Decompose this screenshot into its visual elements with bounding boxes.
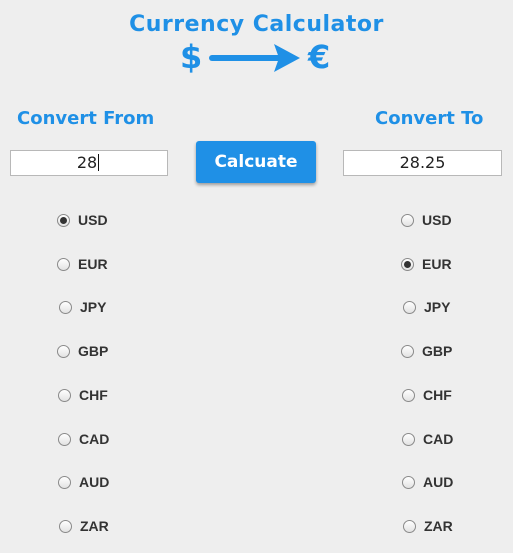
from-radio-zar[interactable]: ZAR [59,516,109,536]
right-arrow-icon [209,44,300,72]
to-radio-zar[interactable]: ZAR [403,516,453,536]
currency-label: AUD [79,474,110,490]
radio-button[interactable] [402,475,415,489]
from-radio-jpy[interactable]: JPY [59,297,106,317]
from-radio-chf[interactable]: CHF [58,385,108,405]
from-radio-usd[interactable]: USD [57,210,108,230]
from-radio-eur[interactable]: EUR [57,254,108,274]
currency-label: ZAR [424,518,453,534]
euro-icon: € [307,38,330,76]
from-amount-input[interactable]: 28 [10,150,168,176]
radio-button[interactable] [59,519,72,533]
radio-button[interactable] [57,213,70,227]
radio-button[interactable] [59,300,72,314]
radio-button[interactable] [402,388,415,402]
to-radio-chf[interactable]: CHF [402,385,452,405]
from-radio-cad[interactable]: CAD [58,429,109,449]
radio-button[interactable] [401,257,414,271]
text-caret [98,154,100,171]
radio-button[interactable] [57,344,70,358]
convert-to-label: Convert To [375,108,484,129]
radio-button[interactable] [58,475,71,489]
radio-button[interactable] [57,257,70,271]
to-radio-cad[interactable]: CAD [402,429,453,449]
currency-label: EUR [422,256,452,272]
currency-label: GBP [422,343,453,359]
currency-label: CHF [79,387,108,403]
radio-button[interactable] [402,432,415,446]
currency-label: JPY [424,299,451,315]
currency-label: ZAR [80,518,109,534]
currency-label: EUR [78,256,108,272]
currency-label: CHF [423,387,452,403]
radio-button[interactable] [58,388,71,402]
from-radio-gbp[interactable]: GBP [57,341,108,361]
radio-button[interactable] [401,344,414,358]
app-title: Currency Calculator [129,12,384,37]
to-radio-gbp[interactable]: GBP [401,341,452,361]
to-amount-value: 28.25 [399,153,446,172]
to-radio-jpy[interactable]: JPY [403,297,450,317]
radio-button[interactable] [403,300,416,314]
currency-label: JPY [80,299,107,315]
radio-button[interactable] [401,213,414,227]
from-radio-aud[interactable]: AUD [58,472,109,492]
calculate-button[interactable]: Calcuate [196,141,316,183]
to-radio-usd[interactable]: USD [401,210,452,230]
to-radio-eur[interactable]: EUR [401,254,452,274]
to-radio-aud[interactable]: AUD [402,472,453,492]
radio-button[interactable] [403,519,416,533]
radio-button[interactable] [58,432,71,446]
currency-label: GBP [78,343,109,359]
currency-label: USD [78,212,108,228]
convert-from-label: Convert From [17,108,155,129]
from-amount-value: 28 [76,153,98,172]
currency-label: CAD [423,431,454,447]
to-amount-field[interactable]: 28.25 [343,150,502,176]
currency-label: AUD [423,474,454,490]
dollar-to-euro-logo: $ € [180,38,330,76]
currency-label: CAD [79,431,110,447]
currency-label: USD [422,212,452,228]
dollar-icon: $ [180,38,202,76]
